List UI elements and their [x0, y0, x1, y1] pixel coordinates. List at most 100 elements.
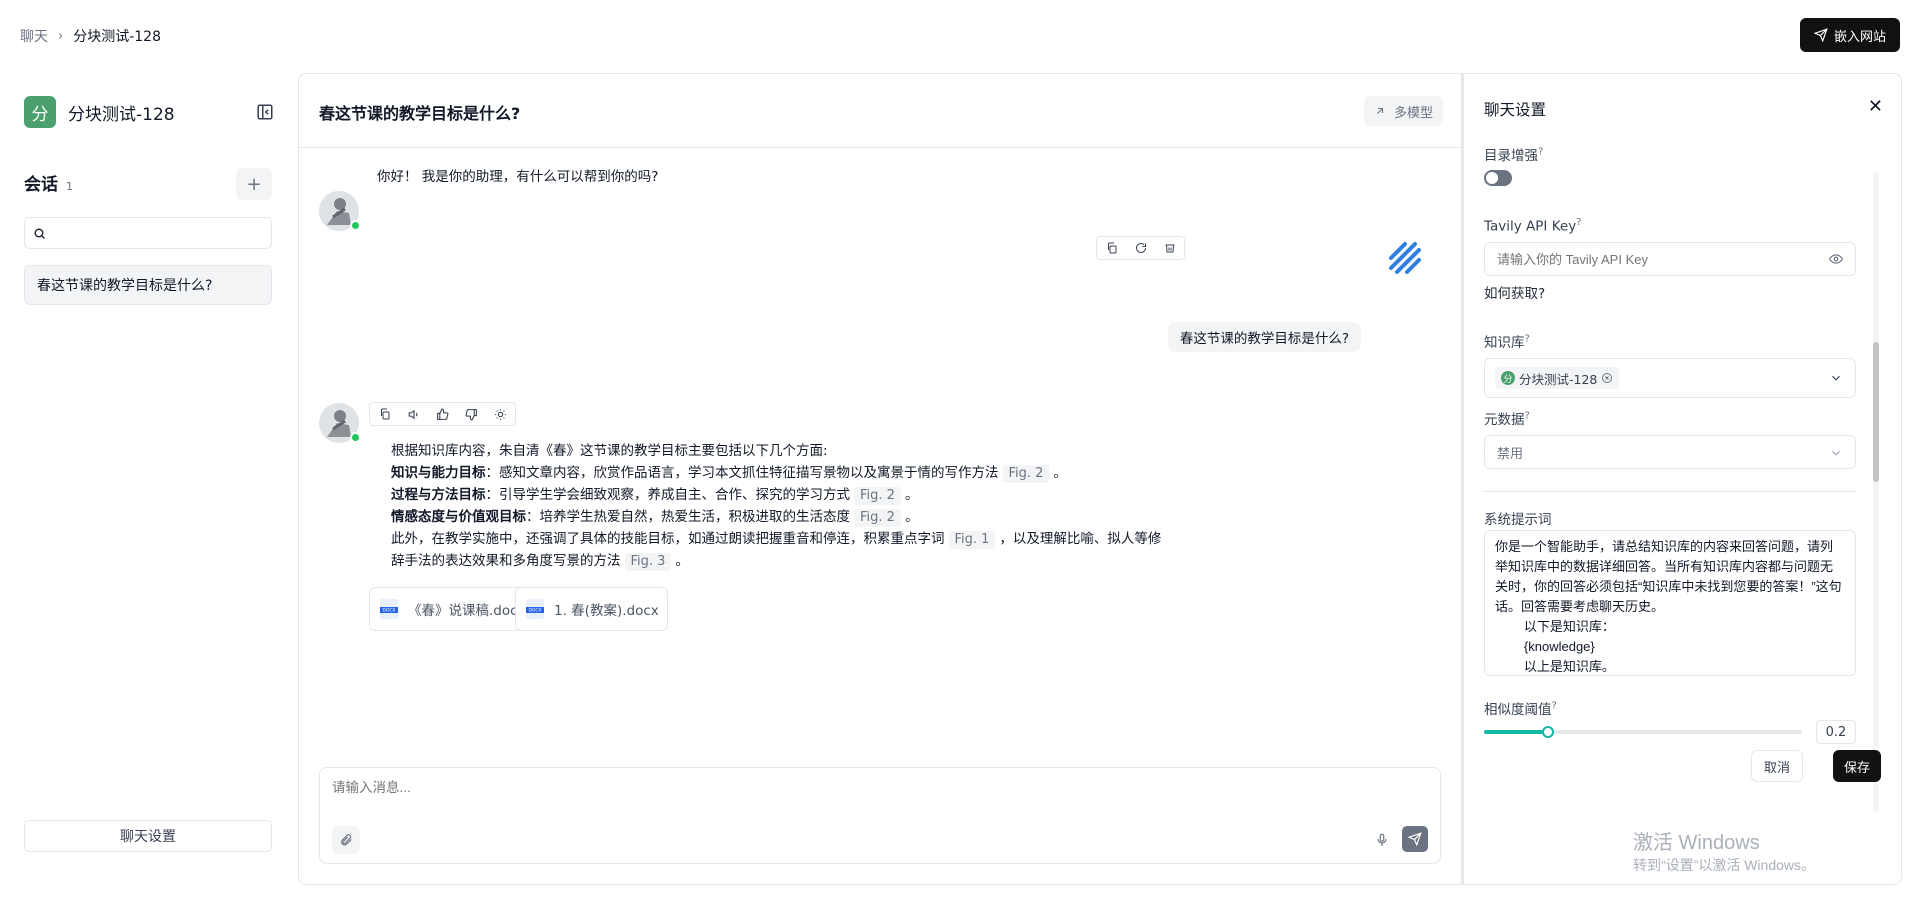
- dislike-button[interactable]: [457, 403, 486, 425]
- multi-model-button[interactable]: 多模型: [1363, 96, 1443, 126]
- tavily-key-input[interactable]: [1497, 251, 1829, 267]
- refresh-icon: [1135, 243, 1146, 253]
- sessions-title: 会话: [24, 175, 58, 195]
- document-name: 《春》说课稿.docx: [408, 603, 526, 619]
- read-aloud-button[interactable]: [399, 403, 428, 425]
- breadcrumb-current: 分块测试-128: [73, 29, 161, 45]
- kb-header: 分 分块测试-128: [24, 96, 274, 128]
- settings-scrollbar[interactable]: [1873, 172, 1879, 812]
- citation-badge[interactable]: Fig. 2: [1002, 465, 1050, 483]
- delete-button[interactable]: [1155, 237, 1184, 259]
- session-item[interactable]: 春这节课的教学目标是什么?: [24, 265, 272, 305]
- thumbs-up-icon: [437, 408, 449, 420]
- help-icon[interactable]: ?: [1552, 701, 1557, 712]
- kb-name: 分块测试-128: [68, 104, 175, 125]
- similarity-value-input[interactable]: 0.2: [1816, 720, 1856, 744]
- embed-website-button[interactable]: 嵌入网站: [1799, 18, 1900, 52]
- answer-item-text: ：感知文章内容，欣赏作品语言，学习本文抓住特征描写景物以及寓景于情的写作方法: [485, 465, 999, 481]
- docx-file-icon: DOCX: [380, 599, 398, 619]
- sidebar-collapse-icon[interactable]: [256, 103, 274, 121]
- search-icon: [34, 228, 45, 239]
- like-button[interactable]: [428, 403, 457, 425]
- citation-badge[interactable]: Fig. 2: [854, 509, 901, 527]
- copy-button[interactable]: [1097, 237, 1126, 259]
- tavily-label: Tavily API Key?: [1484, 217, 1582, 235]
- help-icon[interactable]: ?: [1525, 334, 1530, 345]
- remove-tag-icon[interactable]: [1601, 372, 1613, 384]
- new-session-button[interactable]: +: [236, 168, 272, 200]
- answer-extra-text: ，以及理解比喻、拟人等修: [999, 531, 1162, 547]
- speaker-icon: [408, 409, 418, 419]
- close-icon[interactable]: ✕: [1868, 96, 1883, 117]
- citation-badge[interactable]: Fig. 3: [624, 553, 672, 571]
- answer-item-end: 。: [904, 487, 919, 503]
- user-message-actions: [1096, 236, 1185, 260]
- citation-badge[interactable]: Fig. 1: [948, 531, 996, 549]
- tavily-key-field[interactable]: [1484, 242, 1856, 276]
- help-icon[interactable]: ?: [1525, 411, 1530, 422]
- assistant-avatar: [319, 191, 361, 231]
- how-to-get-link[interactable]: 如何获取?: [1484, 282, 1545, 302]
- settings-title: 聊天设置: [1484, 101, 1547, 119]
- copy-icon: [380, 408, 389, 420]
- send-icon: [1408, 832, 1422, 846]
- answer-item-end: 。: [904, 509, 919, 525]
- similarity-label: 相似度阈值?: [1484, 698, 1557, 719]
- similarity-slider[interactable]: [1484, 726, 1802, 738]
- metadata-label: 元数据?: [1484, 408, 1530, 429]
- kb-label-text: 知识库: [1484, 335, 1525, 351]
- kb-label: 知识库?: [1484, 331, 1530, 352]
- cancel-button[interactable]: 取消: [1751, 750, 1803, 782]
- assistant-answer: 根据知识库内容，朱自清《春》这节课的教学目标主要包括以下几个方面: 知识与能力目…: [391, 440, 1211, 572]
- answer-extra: 辞手法的表达效果和多角度写景的方法 Fig. 3。: [391, 550, 1211, 572]
- answer-extra-text: 辞手法的表达效果和多角度写景的方法: [391, 553, 621, 569]
- answer-intro: 根据知识库内容，朱自清《春》这节课的教学目标主要包括以下几个方面:: [391, 443, 828, 459]
- online-indicator: [350, 220, 361, 231]
- voice-input-button[interactable]: [1370, 828, 1394, 852]
- toc-enhance-toggle[interactable]: [1484, 170, 1512, 186]
- answer-item-label: 知识与能力目标: [391, 465, 486, 481]
- watermark-line2: 转到“设置”以激活 Windows。: [1633, 857, 1816, 873]
- scrollbar-thumb[interactable]: [1873, 342, 1879, 482]
- regenerate-button[interactable]: [1126, 237, 1155, 259]
- answer-extra-text: 。: [675, 553, 689, 569]
- breadcrumb-root[interactable]: 聊天: [20, 26, 48, 46]
- help-icon[interactable]: ?: [1576, 217, 1581, 228]
- chevron-down-icon: [1832, 375, 1840, 381]
- arrow-up-right-icon: [1377, 107, 1384, 114]
- citation-badge[interactable]: Fig. 2: [854, 487, 901, 505]
- watermark-line1: 激活 Windows: [1633, 832, 1760, 854]
- user-message-text: 春这节课的教学目标是什么?: [1179, 331, 1349, 347]
- metadata-select[interactable]: 禁用: [1484, 435, 1856, 469]
- document-card[interactable]: DOCX 《春》说课稿.docx: [369, 587, 535, 631]
- chat-settings-panel: 聊天设置 ✕ 目录增强? Tavily API Key? 如何获取? 知识库? …: [1462, 73, 1902, 885]
- document-card[interactable]: DOCX 1. 春(教案).docx: [515, 587, 668, 631]
- thumbs-down-icon: [465, 408, 477, 420]
- microphone-icon: [1377, 833, 1387, 846]
- session-search-input[interactable]: [46, 218, 271, 248]
- copy-button[interactable]: [370, 403, 399, 425]
- similarity-slider-handle[interactable]: [1541, 726, 1554, 738]
- system-prompt-textarea[interactable]: 你是一个智能助手，请总结知识库的内容来回答问题，请列举知识库中的数据详细回答。当…: [1484, 530, 1856, 676]
- help-icon[interactable]: ?: [1538, 147, 1543, 158]
- chat-settings-button[interactable]: 聊天设置: [24, 820, 272, 852]
- send-button[interactable]: [1402, 826, 1428, 852]
- session-search[interactable]: [24, 217, 272, 249]
- plus-icon: +: [246, 173, 262, 195]
- suggestion-button[interactable]: [486, 403, 515, 425]
- save-button[interactable]: 保存: [1833, 750, 1881, 782]
- answer-item-label: 过程与方法目标: [391, 487, 486, 503]
- answer-item-text: ：引导学生学会细致观察，养成自主、合作、探究的学习方式: [485, 487, 851, 503]
- answer-extra: 此外，在教学实施中，还强调了具体的技能目标，如通过朗读把握重音和停连，积累重点字…: [391, 528, 1211, 550]
- message-input[interactable]: [332, 776, 1422, 804]
- kb-select[interactable]: 分 分块测试-128: [1484, 358, 1856, 398]
- assistant-avatar: [319, 403, 361, 443]
- assistant-greeting: 你好！ 我是你的助理，有什么可以帮到你的吗?: [377, 169, 659, 185]
- user-message: 春这节课的教学目标是什么?: [1167, 322, 1361, 352]
- sessions-heading: 会话 1: [24, 170, 73, 195]
- document-name: 1. 春(教案).docx: [554, 603, 659, 619]
- embed-website-label: 嵌入网站: [1833, 29, 1886, 45]
- attach-button[interactable]: [332, 826, 360, 854]
- kb-tag-avatar: 分: [1501, 371, 1515, 385]
- eye-icon[interactable]: [1829, 252, 1843, 266]
